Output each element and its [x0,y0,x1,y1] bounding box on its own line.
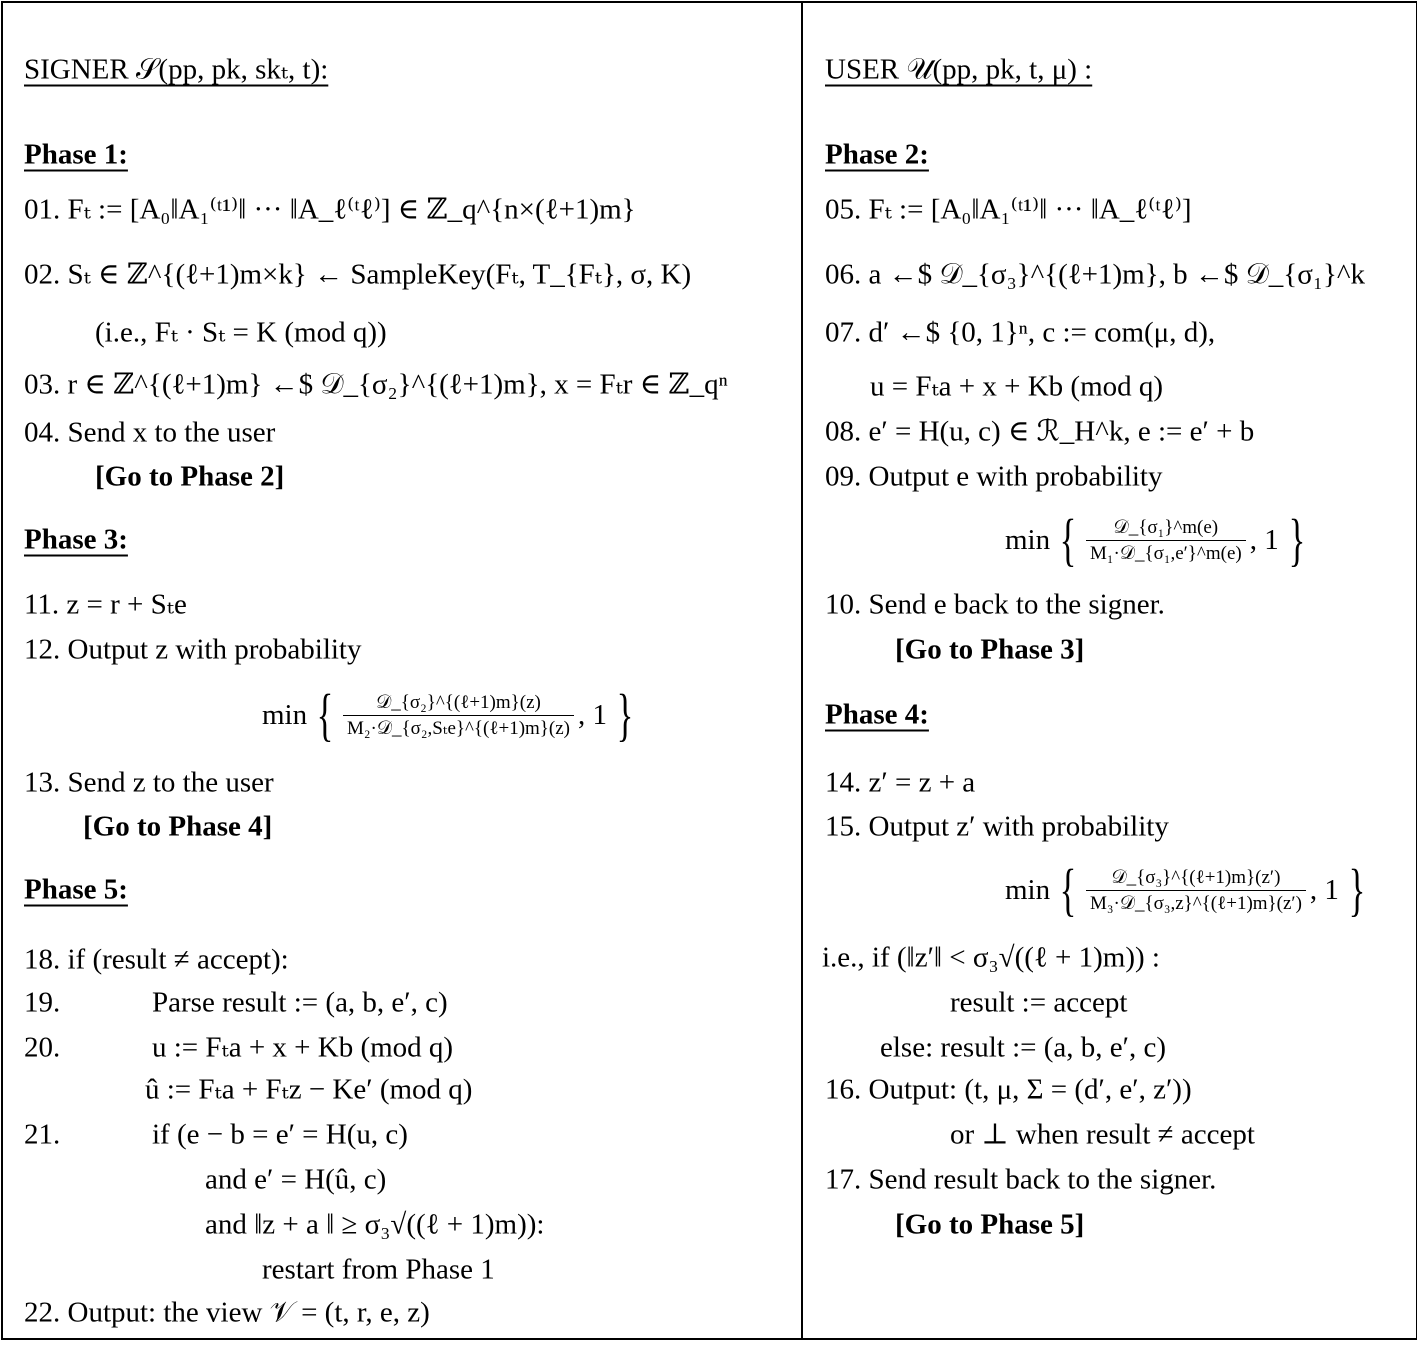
step-16: 16. Output: (t, μ, Σ = (d′, e′, z′)) [825,1073,1192,1106]
go-to-phase-5: [Go to Phase 5] [895,1208,1085,1241]
step-15-accept: result := accept [950,986,1128,1019]
min-label: min [1005,523,1051,556]
step-15: 15. Output z′ with probability [825,810,1169,843]
step-20-number: 20. [24,1031,61,1064]
phase-1-heading: Phase 1: [24,138,128,171]
step-15-else: else: result := (a, b, e′, c) [880,1031,1167,1064]
step-07: 07. d′ ←$ {0, 1}ⁿ, c := com(μ, d), [825,316,1216,349]
step-19-number: 19. [24,986,61,1019]
step-07-u: u = Fₜa + x + Kb (mod q) [870,370,1164,403]
step-20: u := Fₜa + x + Kb (mod q) [152,1031,454,1064]
phase-4-heading: Phase 4: [825,698,929,731]
left-brace: { [1059,507,1077,572]
phase-3-heading: Phase 3: [24,523,128,556]
step-09: 09. Output e with probability [825,460,1163,493]
step-03: 03. r ∈ ℤ^{(ℓ+1)m} ←$ 𝒟_{σ₂}^{(ℓ+1)m}, x… [24,368,728,401]
right-brace: } [1348,857,1366,922]
step-06: 06. a ←$ 𝒟_{σ₃}^{(ℓ+1)m}, b ←$ 𝒟_{σ₁}^k [825,258,1365,291]
phase-5-heading: Phase 5: [24,873,128,906]
column-divider [801,1,803,1340]
step-21-cond-3: and ‖z + a ‖ ≥ σ₃√((ℓ + 1)m)): [205,1208,545,1241]
go-to-phase-3: [Go to Phase 3] [895,633,1085,666]
step-04: 04. Send x to the user [24,416,276,449]
numerator: 𝒟_{σ₁}^m(e) [1113,516,1219,538]
step-18: 18. if (result ≠ accept): [24,943,289,976]
denominator: M₂·𝒟_{σ₂,Sₜe}^{(ℓ+1)m}(z) [342,714,575,738]
step-17: 17. Send result back to the signer. [825,1163,1217,1196]
user-header: USER 𝒰(pp, pk, t, μ) : [825,53,1093,86]
step-20-uhat: û := Fₜa + Fₜz − Ke′ (mod q) [145,1073,473,1106]
step-21-restart: restart from Phase 1 [262,1253,495,1286]
denominator: M₁·𝒟_{σ₁,e′}^m(e) [1085,539,1246,563]
go-to-phase-2: [Go to Phase 2] [95,460,285,493]
min-label: min [1005,873,1051,906]
right-brace: } [616,682,634,747]
fraction: 𝒟_{σ₁}^m(e) M₁·𝒟_{σ₁,e′}^m(e) [1085,516,1246,563]
step-02-note: (i.e., Fₜ · Sₜ = K (mod q)) [95,316,387,349]
left-brace: { [1059,857,1077,922]
one: , 1 [578,698,608,731]
step-10: 10. Send e back to the signer. [825,588,1165,621]
one: , 1 [1249,523,1279,556]
step-09-formula: min { 𝒟_{σ₁}^m(e) M₁·𝒟_{σ₁,e′}^m(e) , 1 … [1005,511,1311,569]
go-to-phase-4: [Go to Phase 4] [83,810,273,843]
fraction: 𝒟_{σ₃}^{(ℓ+1)m}(z′) M₃·𝒟_{σ₃,z}^{(ℓ+1)m}… [1085,866,1306,913]
left-brace: { [316,682,334,747]
step-11: 11. z = r + Sₜe [24,588,187,621]
numerator: 𝒟_{σ₂}^{(ℓ+1)m}(z) [376,691,541,713]
step-16-reject: or ⊥ when result ≠ accept [950,1118,1255,1151]
phase-2-heading: Phase 2: [825,138,929,171]
numerator: 𝒟_{σ₃}^{(ℓ+1)m}(z′) [1111,866,1281,888]
step-15-condition: i.e., if (‖z′‖ < σ₃√((ℓ + 1)m)) : [822,941,1160,974]
fraction: 𝒟_{σ₂}^{(ℓ+1)m}(z) M₂·𝒟_{σ₂,Sₜe}^{(ℓ+1)m… [342,691,575,738]
step-19: Parse result := (a, b, e′, c) [152,986,448,1019]
denominator: M₃·𝒟_{σ₃,z}^{(ℓ+1)m}(z′) [1085,889,1306,913]
step-02: 02. Sₜ ∈ ℤ^{(ℓ+1)m×k} ← SampleKey(Fₜ, T_… [24,258,692,291]
step-13: 13. Send z to the user [24,766,274,799]
step-15-formula: min { 𝒟_{σ₃}^{(ℓ+1)m}(z′) M₃·𝒟_{σ₃,z}^{(… [1005,861,1371,919]
min-label: min [262,698,308,731]
step-22: 22. Output: the view 𝒱 = (t, r, e, z) [24,1296,430,1329]
step-05: 05. Fₜ := [A₀‖A₁⁽ᵗ¹⁾‖ ··· ‖A_ℓ⁽ᵗℓ⁾] [825,193,1192,226]
step-08: 08. e′ = H(u, c) ∈ ℛ_H^k, e := e′ + b [825,415,1255,448]
step-21: if (e − b = e′ = H(u, c) [152,1118,408,1151]
right-brace: } [1288,507,1305,572]
step-14: 14. z′ = z + a [825,766,976,799]
step-21-number: 21. [24,1118,61,1151]
step-21-cond-2: and e′ = H(û, c) [205,1163,387,1196]
step-01: 01. Fₜ := [A₀‖A₁⁽ᵗ¹⁾‖ ··· ‖A_ℓ⁽ᵗℓ⁾] ∈ ℤ_… [24,193,636,226]
step-12-formula: min { 𝒟_{σ₂}^{(ℓ+1)m}(z) M₂·𝒟_{σ₂,Sₜe}^{… [262,686,639,744]
step-12: 12. Output z with probability [24,633,362,666]
signer-header: SIGNER 𝒮(pp, pk, skₜ, t): [24,53,329,86]
one: , 1 [1309,873,1339,906]
